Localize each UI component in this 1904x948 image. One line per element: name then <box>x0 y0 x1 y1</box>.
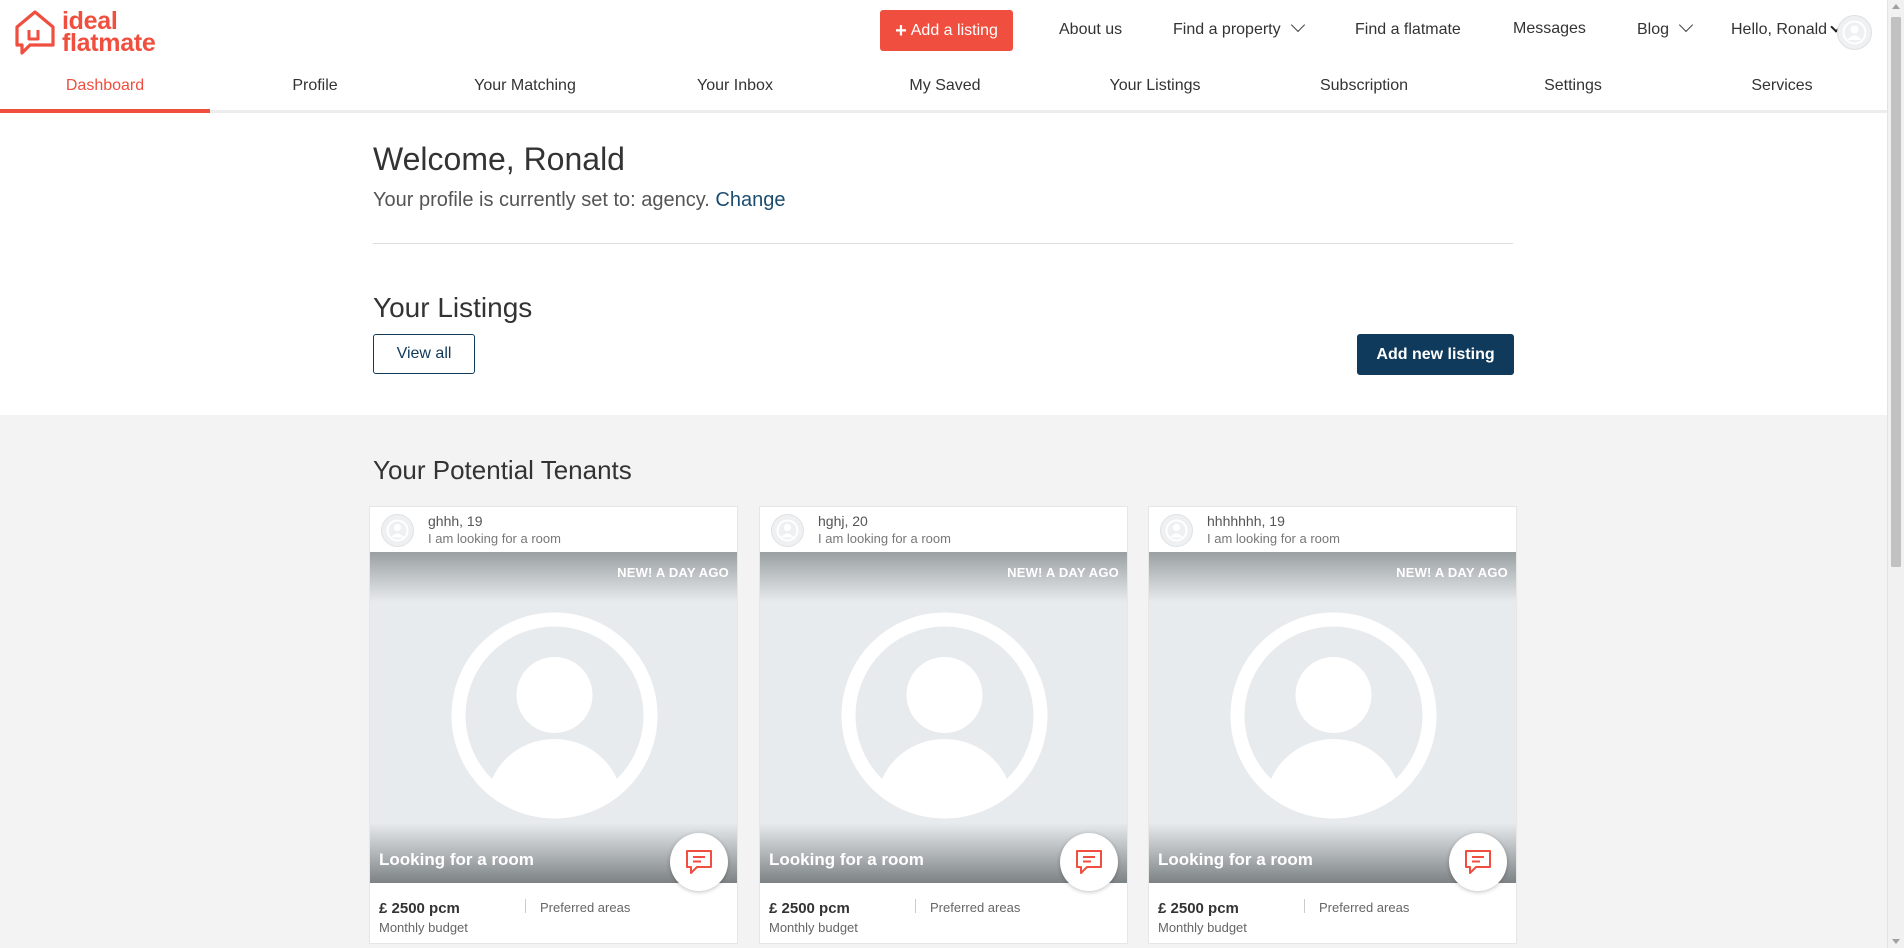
tab-your-matching[interactable]: Your Matching <box>420 61 630 110</box>
chevron-down-icon <box>1290 17 1305 33</box>
preferred-areas-label: Preferred areas <box>1319 900 1410 915</box>
tab-your-inbox[interactable]: Your Inbox <box>630 61 840 110</box>
logo-text-line2: flatmate <box>62 29 156 57</box>
user-greeting: Hello, Ronald <box>1731 21 1828 38</box>
tenant-name: ghhh, 19 <box>428 513 483 529</box>
user-avatar-icon <box>776 519 799 542</box>
scroll-down-arrow-icon[interactable] <box>1892 939 1900 944</box>
scrollbar-thumb[interactable] <box>1891 17 1901 567</box>
monthly-budget-label: Monthly budget <box>379 920 468 935</box>
tenant-subtitle: I am looking for a room <box>818 531 951 546</box>
footer-divider <box>525 899 526 913</box>
nav-about-us[interactable]: About us <box>1059 21 1122 39</box>
user-avatar-icon <box>1842 20 1867 45</box>
tenant-card-header: ghhh, 19 I am looking for a room <box>370 507 737 552</box>
footer-divider <box>915 899 916 913</box>
monthly-budget-value: £ 2500 pcm <box>1158 900 1239 917</box>
new-badge: NEW! A DAY AGO <box>617 565 729 580</box>
tab-profile[interactable]: Profile <box>210 61 420 110</box>
looking-for-label: Looking for a room <box>769 850 924 869</box>
chat-bubble-icon <box>1465 850 1491 874</box>
avatar <box>381 514 414 547</box>
tenants-heading: Your Potential Tenants <box>373 455 632 485</box>
nav-find-flatmate[interactable]: Find a flatmate <box>1355 21 1461 39</box>
monthly-budget-value: £ 2500 pcm <box>379 900 460 917</box>
monthly-budget-label: Monthly budget <box>1158 920 1247 935</box>
preferred-areas-label: Preferred areas <box>540 900 631 915</box>
view-all-button[interactable]: View all <box>373 334 475 374</box>
tenant-card-footer: £ 2500 pcm Monthly budget Preferred area… <box>370 883 737 943</box>
nav-find-property-label: Find a property <box>1173 21 1281 38</box>
chevron-down-icon <box>1678 17 1694 33</box>
monthly-budget-label: Monthly budget <box>769 920 858 935</box>
tenant-subtitle: I am looking for a room <box>428 531 561 546</box>
top-header: ideal flatmate + Add a listing About us … <box>0 0 1887 62</box>
tenant-card-footer: £ 2500 pcm Monthly budget Preferred area… <box>1149 883 1516 943</box>
tab-dashboard[interactable]: Dashboard <box>0 61 210 113</box>
tenant-card[interactable]: hghj, 20 I am looking for a room NEW! A … <box>759 506 1128 944</box>
tenant-name: hhhhhhh, 19 <box>1207 513 1285 529</box>
new-badge: NEW! A DAY AGO <box>1396 565 1508 580</box>
tenant-card-header: hghj, 20 I am looking for a room <box>760 507 1127 552</box>
tenant-card[interactable]: hhhhhhh, 19 I am looking for a room NEW!… <box>1148 506 1517 944</box>
change-profile-link[interactable]: Change <box>715 189 785 211</box>
tenant-card[interactable]: ghhh, 19 I am looking for a room NEW! A … <box>369 506 738 944</box>
user-avatar-icon <box>1165 519 1188 542</box>
tab-my-saved[interactable]: My Saved <box>840 61 1050 110</box>
tenant-name: hghj, 20 <box>818 513 868 529</box>
avatar <box>771 514 804 547</box>
house-speech-icon <box>15 10 55 55</box>
dashboard-tabs: Dashboard Profile Your Matching Your Inb… <box>0 61 1887 113</box>
tenant-card-header: hhhhhhh, 19 I am looking for a room <box>1149 507 1516 552</box>
listings-heading: Your Listings <box>373 292 533 323</box>
add-listing-label: Add a listing <box>910 21 998 39</box>
avatar[interactable] <box>1837 15 1872 50</box>
scroll-up-arrow-icon[interactable] <box>1892 4 1900 9</box>
looking-for-label: Looking for a room <box>379 850 534 869</box>
page-scrollbar[interactable] <box>1887 0 1904 948</box>
tenant-photo[interactable]: NEW! A DAY AGO Looking for a room <box>1149 552 1516 883</box>
user-avatar-icon <box>451 612 658 819</box>
user-avatar-icon <box>1230 612 1437 819</box>
profile-status: Your profile is currently set to: agency… <box>373 189 785 212</box>
user-avatar-icon <box>386 519 409 542</box>
tab-your-listings[interactable]: Your Listings <box>1050 61 1260 110</box>
nav-find-property[interactable]: Find a property <box>1173 17 1305 39</box>
nav-messages[interactable]: Messages <box>1513 20 1586 38</box>
nav-blog[interactable]: Blog <box>1637 17 1694 39</box>
user-avatar-icon <box>841 612 1048 819</box>
tenant-subtitle: I am looking for a room <box>1207 531 1340 546</box>
site-logo[interactable]: ideal flatmate <box>14 9 156 57</box>
monthly-budget-value: £ 2500 pcm <box>769 900 850 917</box>
tab-services[interactable]: Services <box>1677 61 1887 110</box>
plus-icon: + <box>895 19 907 42</box>
tab-settings[interactable]: Settings <box>1468 61 1678 110</box>
tenant-card-footer: £ 2500 pcm Monthly budget Preferred area… <box>760 883 1127 943</box>
section-divider <box>373 243 1513 244</box>
avatar <box>1160 514 1193 547</box>
potential-tenants-section: Your Potential Tenants ghhh, 19 I am loo… <box>0 415 1887 948</box>
new-badge: NEW! A DAY AGO <box>1007 565 1119 580</box>
chat-bubble-icon <box>686 850 712 874</box>
profile-status-text: Your profile is currently set to: agency… <box>373 189 710 211</box>
tab-subscription[interactable]: Subscription <box>1259 61 1469 110</box>
footer-divider <box>1304 899 1305 913</box>
chat-bubble-icon <box>1076 850 1102 874</box>
user-menu[interactable]: Hello, Ronald <box>1731 21 1842 39</box>
tenant-photo[interactable]: NEW! A DAY AGO Looking for a room <box>370 552 737 883</box>
add-listing-button[interactable]: + Add a listing <box>880 10 1013 51</box>
nav-blog-label: Blog <box>1637 21 1670 38</box>
page-title: Welcome, Ronald <box>373 141 625 177</box>
preferred-areas-label: Preferred areas <box>930 900 1021 915</box>
add-new-listing-button[interactable]: Add new listing <box>1357 334 1514 375</box>
looking-for-label: Looking for a room <box>1158 850 1313 869</box>
tenant-photo[interactable]: NEW! A DAY AGO Looking for a room <box>760 552 1127 883</box>
